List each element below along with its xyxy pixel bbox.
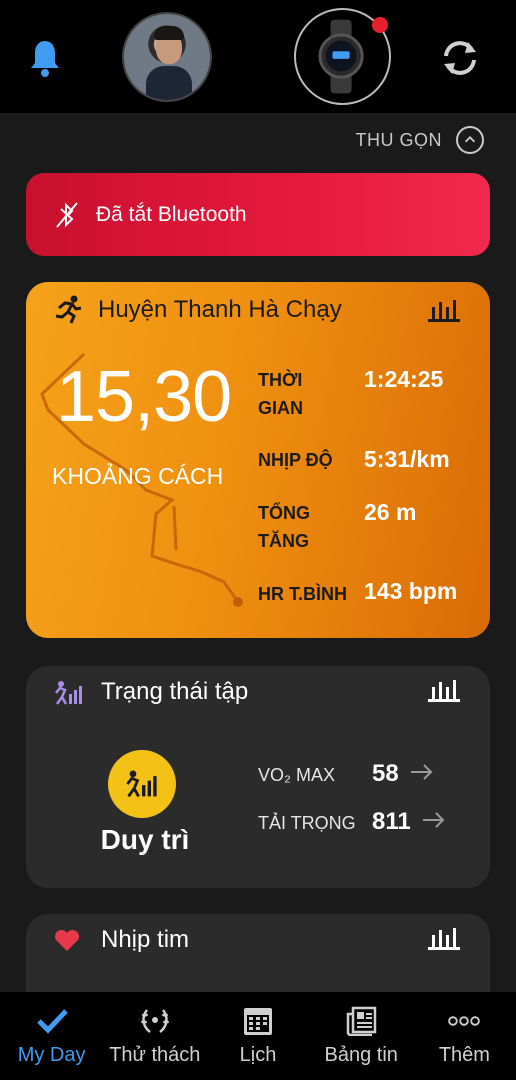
stat-ascent-label: TỔNG TĂNG bbox=[258, 503, 310, 551]
stat-hr-label: HR T.BÌNH bbox=[258, 584, 347, 604]
nav-label: Bảng tin bbox=[324, 1044, 398, 1066]
collapse-button[interactable]: THU GỌN bbox=[355, 126, 484, 154]
activity-card[interactable]: Huyện Thanh Hà Chạy 15,30 KHOẢNG CÁCH TH… bbox=[26, 282, 490, 638]
avatar[interactable] bbox=[122, 12, 212, 102]
nav-item-my-day[interactable]: My Day bbox=[0, 992, 103, 1080]
load-label: TẢI TRỌNG bbox=[258, 813, 356, 833]
notification-dot bbox=[372, 17, 388, 33]
avatar-shirt bbox=[146, 66, 192, 100]
vo2max-label: VO₂ MAX bbox=[258, 765, 336, 785]
chevron-up-icon bbox=[456, 126, 484, 154]
heart-icon bbox=[54, 930, 80, 951]
activity-title: Huyện Thanh Hà Chạy bbox=[98, 296, 342, 323]
load-value: 811 bbox=[372, 808, 411, 835]
checkmark-icon bbox=[36, 1009, 68, 1034]
bluetooth-off-banner[interactable]: Đã tắt Bluetooth bbox=[26, 173, 490, 256]
laurel-icon bbox=[140, 1009, 169, 1033]
nav-label: Thêm bbox=[438, 1044, 490, 1066]
stats-bars-icon[interactable] bbox=[428, 298, 460, 322]
training-status-icon bbox=[55, 681, 82, 705]
calendar-icon bbox=[244, 1008, 272, 1035]
running-icon bbox=[55, 295, 82, 324]
training-status-card[interactable]: Trạng thái tập Duy trì VO₂ MAX 58 TẢI TR… bbox=[26, 666, 490, 888]
bluetooth-off-label: Đã tắt Bluetooth bbox=[96, 202, 247, 226]
arrow-right-icon bbox=[411, 764, 433, 780]
arrow-right-icon bbox=[423, 812, 445, 828]
nav-item-calendar[interactable]: Lịch bbox=[206, 992, 309, 1080]
nav-label: My Day bbox=[17, 1044, 86, 1066]
more-icon bbox=[448, 1016, 481, 1026]
nav-item-more[interactable]: Thêm bbox=[413, 992, 516, 1080]
training-status-value: Duy trì bbox=[100, 824, 190, 855]
heart-rate-title: Nhịp tim bbox=[101, 926, 190, 953]
stat-pace-value: 5:31/km bbox=[364, 446, 450, 472]
distance-value: 15,30 bbox=[56, 357, 232, 437]
stat-ascent-value: 26 m bbox=[364, 499, 417, 525]
stat-time-label: THỜI GIAN bbox=[258, 370, 303, 418]
nav-label: Thử thách bbox=[109, 1044, 201, 1066]
stats-bars-icon[interactable] bbox=[428, 678, 460, 702]
nav-label: Lịch bbox=[239, 1044, 277, 1066]
avatar-hair bbox=[154, 26, 184, 40]
newsfeed-icon bbox=[346, 1006, 377, 1036]
bottom-nav: My Day Thử thách Lịch Bảng tin Thêm bbox=[0, 992, 516, 1080]
bell-icon[interactable] bbox=[28, 38, 62, 78]
nav-item-challenges[interactable]: Thử thách bbox=[103, 992, 206, 1080]
training-status-title: Trạng thái tập bbox=[101, 678, 249, 705]
distance-label: KHOẢNG CÁCH bbox=[52, 463, 224, 489]
stats-bars-icon[interactable] bbox=[428, 926, 460, 950]
status-badge bbox=[108, 750, 176, 818]
stat-hr-value: 143 bpm bbox=[364, 578, 458, 604]
training-status-icon bbox=[126, 770, 157, 798]
nav-item-newsfeed[interactable]: Bảng tin bbox=[310, 992, 413, 1080]
collapse-label: THU GỌN bbox=[355, 129, 442, 150]
stat-pace-label: NHỊP ĐỘ bbox=[258, 450, 333, 470]
vo2max-value: 58 bbox=[372, 760, 399, 787]
bluetooth-off-icon bbox=[56, 201, 78, 228]
sync-icon[interactable] bbox=[438, 36, 482, 80]
stat-time-value: 1:24:25 bbox=[364, 366, 444, 392]
top-bar bbox=[0, 0, 516, 113]
